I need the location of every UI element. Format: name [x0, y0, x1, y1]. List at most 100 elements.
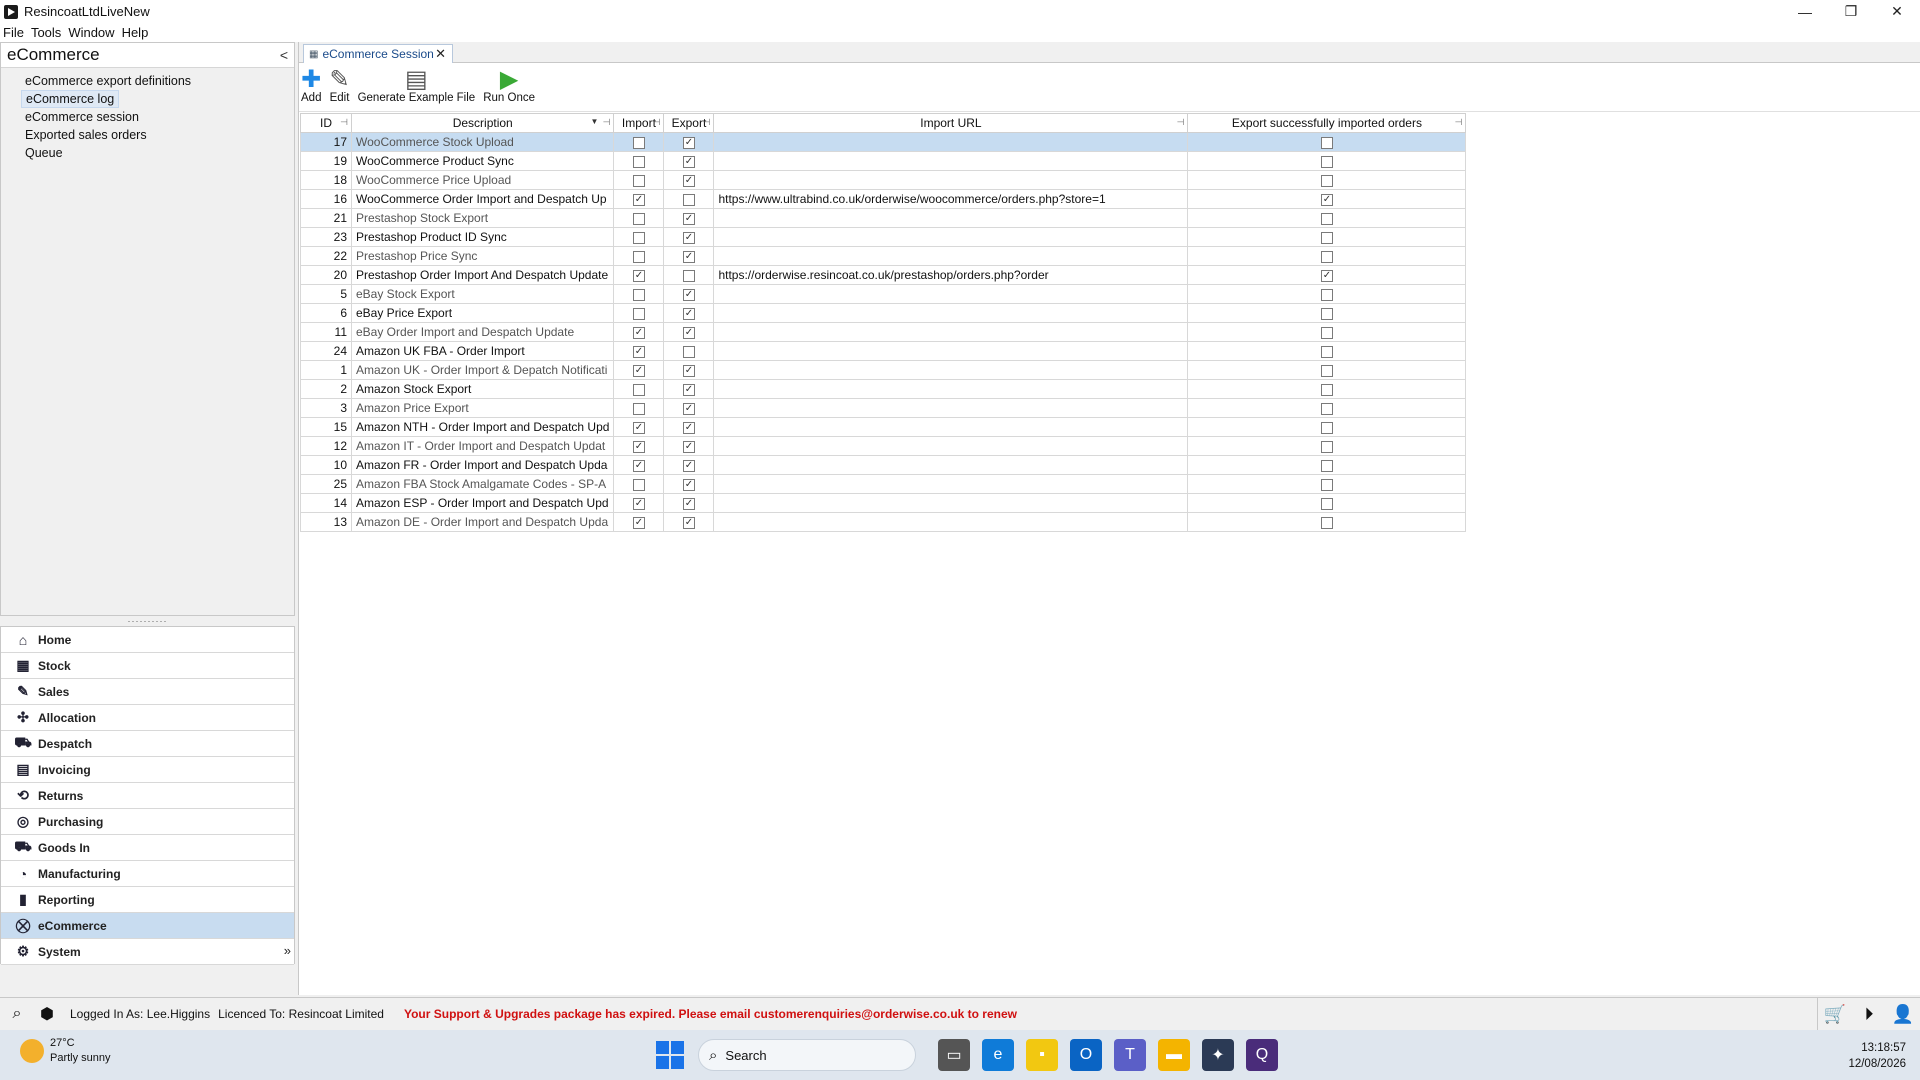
- export-checkbox[interactable]: ✓: [682, 212, 695, 225]
- collapse-panel-button[interactable]: <: [280, 47, 288, 63]
- generate-example-file-button[interactable]: ▤ Generate Example File: [358, 63, 476, 105]
- import-checkbox[interactable]: [632, 212, 645, 225]
- import-checkbox[interactable]: [632, 383, 645, 396]
- export-imported-orders-checkbox[interactable]: [1320, 174, 1333, 187]
- module-home[interactable]: ⌂ Home: [1, 627, 294, 653]
- table-row[interactable]: 11 eBay Order Import and Despatch Update ✓…: [300, 322, 1467, 342]
- nav-link-exported-sales-orders[interactable]: Exported sales orders: [21, 126, 151, 144]
- export-imported-orders-checkbox[interactable]: [1320, 231, 1333, 244]
- import-checkbox[interactable]: ✓: [632, 193, 645, 206]
- export-imported-orders-checkbox[interactable]: ✓: [1320, 193, 1333, 206]
- box-icon[interactable]: ⬢: [34, 1001, 60, 1027]
- export-imported-orders-checkbox[interactable]: [1320, 497, 1333, 510]
- column-header-import-url[interactable]: Import URL ⊣: [713, 113, 1189, 133]
- module-stock[interactable]: ▦ Stock: [1, 653, 294, 679]
- module-sales[interactable]: ✎ Sales: [1, 679, 294, 705]
- table-row[interactable]: 16 WooCommerce Order Import and Despatch …: [300, 189, 1467, 209]
- export-checkbox[interactable]: ✓: [682, 459, 695, 472]
- add-button[interactable]: ✚ Add: [301, 63, 321, 105]
- app-q-icon[interactable]: Q: [1246, 1039, 1278, 1071]
- modules-overflow-button[interactable]: »: [284, 943, 291, 958]
- export-imported-orders-checkbox[interactable]: [1320, 250, 1333, 263]
- column-header-export-imported-orders[interactable]: Export successfully imported orders ⊣: [1187, 113, 1467, 133]
- column-header-description[interactable]: Description ▼ ⊣: [350, 113, 615, 133]
- export-imported-orders-checkbox[interactable]: [1320, 402, 1333, 415]
- module-goods-in[interactable]: ⛟ Goods In: [1, 835, 294, 861]
- import-checkbox[interactable]: [632, 231, 645, 244]
- import-checkbox[interactable]: ✓: [632, 516, 645, 529]
- export-imported-orders-checkbox[interactable]: [1320, 326, 1333, 339]
- export-imported-orders-checkbox[interactable]: [1320, 440, 1333, 453]
- export-imported-orders-checkbox[interactable]: [1320, 345, 1333, 358]
- table-row[interactable]: 22 Prestashop Price Sync ✓: [300, 246, 1467, 266]
- menu-help[interactable]: Help: [122, 25, 149, 40]
- export-imported-orders-checkbox[interactable]: [1320, 307, 1333, 320]
- table-row[interactable]: 23 Prestashop Product ID Sync ✓: [300, 227, 1467, 247]
- export-imported-orders-checkbox[interactable]: ✓: [1320, 269, 1333, 282]
- table-row[interactable]: 25 Amazon FBA Stock Amalgamate Codes - SP…: [300, 474, 1467, 494]
- import-checkbox[interactable]: ✓: [632, 345, 645, 358]
- export-checkbox[interactable]: ✓: [682, 440, 695, 453]
- import-checkbox[interactable]: [632, 288, 645, 301]
- task-view-icon[interactable]: ▭: [938, 1039, 970, 1071]
- module-despatch[interactable]: ⛟ Despatch: [1, 731, 294, 757]
- table-row[interactable]: 20 Prestashop Order Import And Despatch U…: [300, 265, 1467, 285]
- import-checkbox[interactable]: [632, 155, 645, 168]
- module-manufacturing[interactable]: ◔ Manufacturing: [1, 861, 294, 887]
- table-row[interactable]: 15 Amazon NTH - Order Import and Despatch…: [300, 417, 1467, 437]
- sort-desc-icon[interactable]: ▼: [591, 117, 599, 126]
- export-imported-orders-checkbox[interactable]: [1320, 478, 1333, 491]
- module-returns[interactable]: ⟲ Returns: [1, 783, 294, 809]
- export-checkbox[interactable]: ✓: [682, 307, 695, 320]
- export-imported-orders-checkbox[interactable]: [1320, 288, 1333, 301]
- export-checkbox[interactable]: ✓: [682, 174, 695, 187]
- tab-close-icon[interactable]: ✕: [435, 46, 446, 62]
- import-checkbox[interactable]: ✓: [632, 459, 645, 472]
- table-row[interactable]: 1 Amazon UK - Order Import & Depatch Noti…: [300, 360, 1467, 380]
- file-explorer-icon[interactable]: ▬: [1158, 1039, 1190, 1071]
- table-row[interactable]: 12 Amazon IT - Order Import and Despatch …: [300, 436, 1467, 456]
- start-button[interactable]: [656, 1041, 684, 1069]
- edit-button[interactable]: ✎ Edit: [329, 63, 349, 105]
- tab-ecommerce-session[interactable]: ▦ eCommerce Session ✕: [303, 44, 453, 63]
- pin-icon[interactable]: ⊣: [703, 117, 711, 128]
- menu-window[interactable]: Window: [68, 25, 114, 40]
- restore-button[interactable]: ❐: [1828, 0, 1874, 23]
- minimize-button[interactable]: —: [1782, 0, 1828, 23]
- import-checkbox[interactable]: ✓: [632, 269, 645, 282]
- table-row[interactable]: 5 eBay Stock Export ✓: [300, 284, 1467, 304]
- pin-icon[interactable]: ⊣: [1455, 117, 1463, 128]
- export-checkbox[interactable]: ✓: [682, 516, 695, 529]
- column-header-export[interactable]: Export ⊣: [663, 113, 715, 133]
- pin-icon[interactable]: ⊣: [1177, 117, 1185, 128]
- module-system[interactable]: ⚙ System: [1, 939, 294, 965]
- user-icon[interactable]: 👤: [1886, 1004, 1920, 1025]
- import-checkbox[interactable]: ✓: [632, 326, 645, 339]
- import-checkbox[interactable]: [632, 478, 645, 491]
- pin-icon[interactable]: ⊣: [340, 117, 348, 128]
- nav-link-ecommerce-log[interactable]: eCommerce log: [21, 90, 120, 108]
- play-circle-icon[interactable]: ⏵: [1852, 1004, 1886, 1025]
- export-checkbox[interactable]: ✓: [682, 326, 695, 339]
- column-header-import[interactable]: Import ⊣: [613, 113, 665, 133]
- import-checkbox[interactable]: [632, 136, 645, 149]
- export-imported-orders-checkbox[interactable]: [1320, 155, 1333, 168]
- export-checkbox[interactable]: ✓: [682, 250, 695, 263]
- export-checkbox[interactable]: [682, 345, 695, 358]
- pin-icon[interactable]: ⊣: [603, 117, 611, 128]
- export-checkbox[interactable]: ✓: [682, 231, 695, 244]
- table-row[interactable]: 10 Amazon FR - Order Import and Despatch …: [300, 455, 1467, 475]
- orderwise-icon[interactable]: ✦: [1202, 1039, 1234, 1071]
- import-checkbox[interactable]: [632, 402, 645, 415]
- export-checkbox[interactable]: ✓: [682, 497, 695, 510]
- nav-link-ecommerce-session[interactable]: eCommerce session: [21, 108, 143, 126]
- import-checkbox[interactable]: [632, 174, 645, 187]
- export-checkbox[interactable]: ✓: [682, 155, 695, 168]
- export-imported-orders-checkbox[interactable]: [1320, 364, 1333, 377]
- table-row[interactable]: 3 Amazon Price Export ✓: [300, 398, 1467, 418]
- export-checkbox[interactable]: ✓: [682, 364, 695, 377]
- export-checkbox[interactable]: [682, 193, 695, 206]
- weather-widget[interactable]: 27°C Partly sunny: [20, 1036, 111, 1066]
- table-row[interactable]: 14 Amazon ESP - Order Import and Despatch…: [300, 493, 1467, 513]
- import-checkbox[interactable]: ✓: [632, 364, 645, 377]
